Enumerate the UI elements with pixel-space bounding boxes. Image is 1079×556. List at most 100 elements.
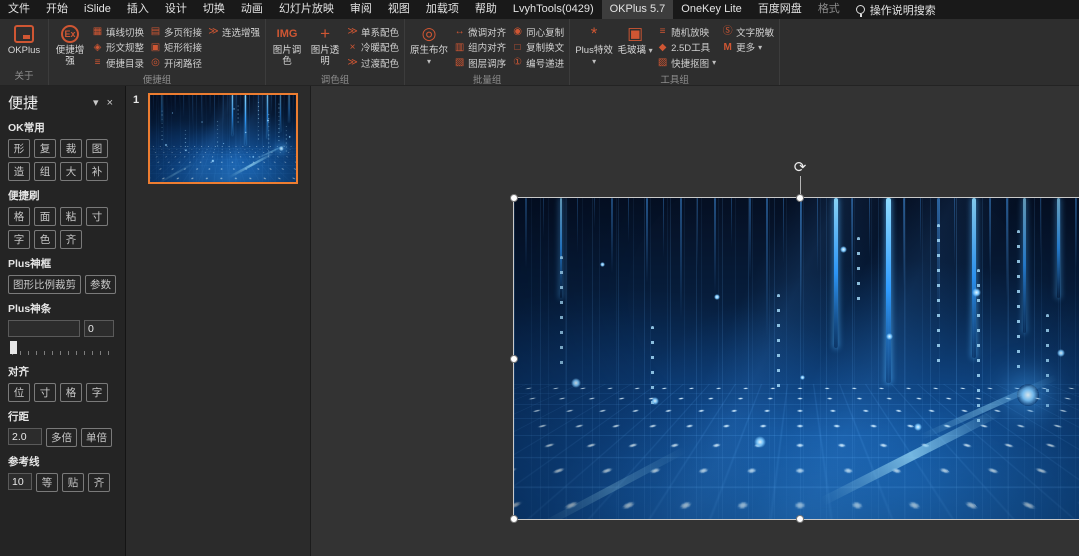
shape-text-tidy-icon: ◈ [93,41,102,53]
warm-cool-color-button[interactable]: × 冷暖配色 [345,40,401,56]
fill-line-switch-button[interactable]: ▦ 填线切换 [90,24,146,40]
ok-common-button[interactable]: 补 [86,162,108,181]
section-align-label: 对齐 [8,366,29,378]
guides-input[interactable] [8,473,32,490]
menu-tab-home[interactable]: 开始 [38,0,76,19]
layer-order-button[interactable]: ▧ 图层调序 [452,55,508,71]
shape-text-tidy-button[interactable]: ◈ 形文规整 [90,40,146,56]
quick-toc-icon: ≡ [94,57,101,69]
copy-swap-text-button[interactable]: □ 复制换文 [510,40,566,56]
image-color-adjust-button[interactable]: IMG 图片调色 [269,20,305,67]
section-line-spacing-label: 行距 [8,411,29,423]
guides-snap-button[interactable]: 贴 [62,473,84,492]
pane-dropdown-icon[interactable]: ▾ [89,96,103,109]
quick-cutout-button[interactable]: ▨ 快捷抠图 ▾ [655,55,718,71]
single-spacing-button[interactable]: 单倍 [81,428,112,447]
concentric-copy-button[interactable]: ◉ 同心复制 [510,24,566,40]
shape-ratio-crop-button[interactable]: 图形比例裁剪 [8,275,81,294]
plus-effects-button[interactable]: * Plus特效 ▾ [573,20,615,67]
rotation-handle[interactable]: ⟳ [792,160,808,176]
quick-toc-button[interactable]: ≡ 便捷目录 [90,55,146,71]
convenience-enhance-button[interactable]: Ex 便捷增强 [52,20,88,67]
brush-button[interactable]: 色 [34,230,56,249]
menu-tab-slideshow[interactable]: 幻灯片放映 [271,0,342,19]
random-slideshow-button[interactable]: ≡ 随机放映 [655,24,718,40]
rotation-handle-stem [799,176,801,196]
single-scheme-color-button[interactable]: ≫ 单系配色 [345,24,401,40]
menu-tab-review[interactable]: 审阅 [342,0,380,19]
ok-common-button[interactable]: 组 [34,162,56,181]
section-guides-label: 参考线 [8,456,40,468]
text-masking-button[interactable]: Ⓢ 文字脱敏 [720,24,776,40]
menu-tab-animations[interactable]: 动画 [233,0,271,19]
number-progression-button[interactable]: ① 编号递进 [510,55,566,71]
parameters-button[interactable]: 参数 [85,275,116,294]
align-button[interactable]: 格 [60,383,82,402]
selection-handle-middle-left[interactable] [510,354,518,363]
menu-tab-baidu-pan[interactable]: 百度网盘 [750,0,810,19]
dropdown-caret-icon: ▾ [648,46,653,55]
selection-handle-bottom-center[interactable] [796,515,804,523]
selection-handle-bottom-left[interactable] [510,515,518,523]
gradient-color-button[interactable]: ≫ 过渡配色 [345,55,401,71]
multi-select-enhance-button[interactable]: ≫ 连选增强 [206,24,262,40]
menu-tab-insert[interactable]: 插入 [119,0,157,19]
tool-25d-button[interactable]: ◆ 2.5D工具 [655,40,718,56]
line-spacing-input[interactable] [8,428,42,445]
selected-slide-image[interactable]: ⟳ [510,160,1079,523]
guides-align-button[interactable]: 齐 [88,473,110,492]
align-button[interactable]: 字 [86,383,108,402]
image-transparent-button[interactable]: + 图片透明 [307,20,343,67]
pane-close-icon[interactable]: × [103,97,117,109]
rect-connect-button[interactable]: ▣ 矩形衔接 [148,40,204,56]
menu-tab-view[interactable]: 视图 [380,0,418,19]
ok-common-button[interactable]: 造 [8,162,30,181]
align-button[interactable]: 寸 [34,383,56,402]
group-align-button[interactable]: ▥ 组内对齐 [452,40,508,56]
align-button[interactable]: 位 [8,383,30,402]
menu-tab-help[interactable]: 帮助 [467,0,505,19]
plus-bar-slider[interactable] [8,341,117,357]
menu-tab-transitions[interactable]: 切换 [195,0,233,19]
menu-tab-okplus[interactable]: OKPlus 5.7 [601,0,674,19]
ok-common-button[interactable]: 形 [8,139,30,158]
guides-equal-button[interactable]: 等 [36,473,58,492]
fine-align-button[interactable]: ↔ 微调对齐 [452,24,508,40]
more-button[interactable]: M 更多 ▾ [720,40,776,56]
boolean-shapes-icon: ◎ [421,24,437,43]
editing-canvas[interactable]: ⟳ [311,86,1079,556]
menu-tab-onekey-lite[interactable]: OneKey Lite [673,0,750,19]
section-ok-common-label: OK常用 [8,122,45,134]
slide-number: 1 [133,94,140,106]
open-close-path-button[interactable]: ◎ 开闭路径 [148,55,204,71]
slider-handle[interactable] [10,341,17,354]
okplus-logo-icon [14,25,34,43]
menu-tab-islide[interactable]: iSlide [76,0,119,19]
okplus-button[interactable]: OKPlus [3,20,45,57]
brush-button[interactable]: 齐 [60,230,82,249]
brush-button[interactable]: 格 [8,207,30,226]
brush-button[interactable]: 面 [34,207,56,226]
menu-tab-lvyhtools[interactable]: LvyhTools(0429) [505,0,602,19]
native-boolean-button[interactable]: ◎ 原生布尔 ▾ [408,20,450,67]
tell-me-search[interactable]: 操作说明搜索 [848,0,944,19]
frosted-glass-button[interactable]: ▣ 毛玻璃 ▾ [617,20,653,57]
menu-tab-file[interactable]: 文件 [0,0,38,19]
menu-tab-design[interactable]: 设计 [157,0,195,19]
selection-handle-top-center[interactable] [796,194,804,202]
plus-bar-spin-input[interactable] [84,320,114,337]
multipage-connect-button[interactable]: ▤ 多页衔接 [148,24,204,40]
brush-button[interactable]: 粘 [60,207,82,226]
menu-tab-addins[interactable]: 加载项 [418,0,467,19]
ok-common-button[interactable]: 大 [60,162,82,181]
brush-button[interactable]: 寸 [86,207,108,226]
plus-bar-input[interactable] [8,320,80,337]
ok-common-button[interactable]: 裁 [60,139,82,158]
selection-handle-top-left[interactable] [510,194,518,202]
ok-common-button[interactable]: 复 [34,139,56,158]
ok-common-button[interactable]: 图 [86,139,108,158]
multiple-spacing-button[interactable]: 多倍 [46,428,77,447]
slide-thumbnail[interactable] [148,93,298,184]
dropdown-caret-icon: ▾ [592,56,597,66]
brush-button[interactable]: 字 [8,230,30,249]
